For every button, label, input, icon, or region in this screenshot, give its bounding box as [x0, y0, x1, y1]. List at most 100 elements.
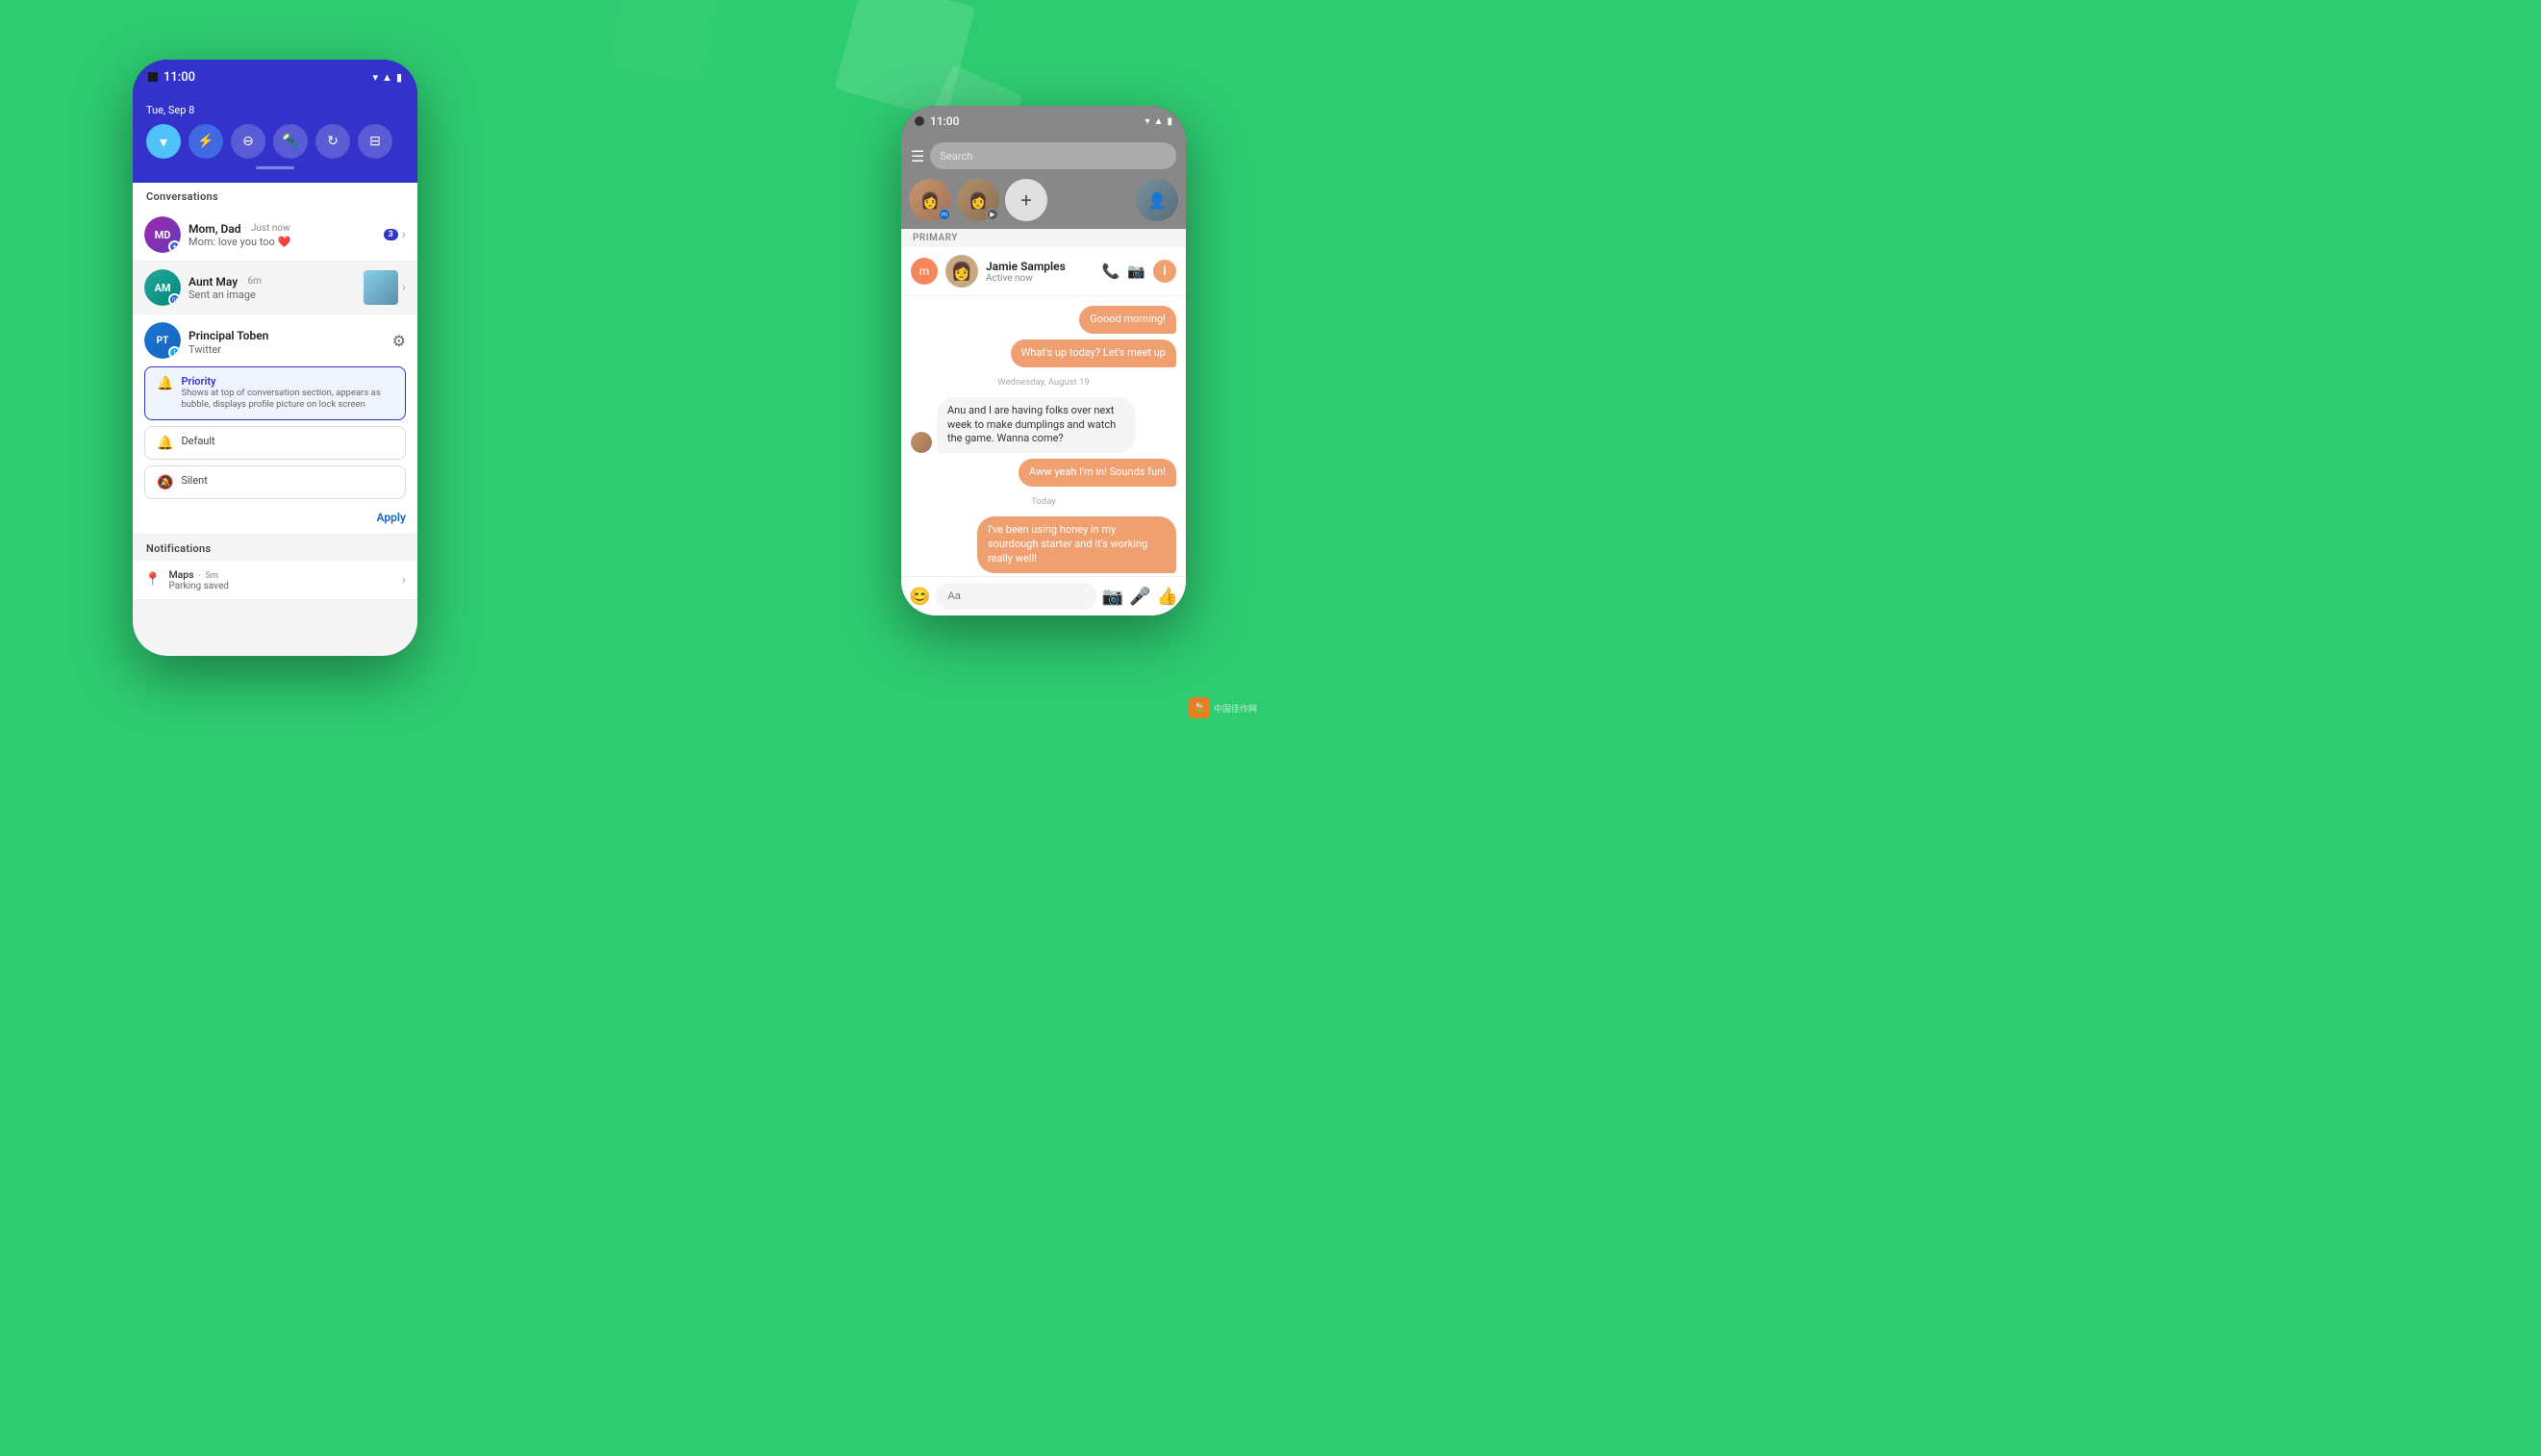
mom-dad-right: 3 ›: [384, 227, 406, 242]
story-bubble-3[interactable]: 👤: [1136, 179, 1178, 221]
mom-dad-avatar: MD ●: [144, 216, 181, 253]
chat-messages: Goood morning! What's up today? Let's me…: [901, 296, 1186, 576]
aunt-may-avatar: AM m: [144, 269, 181, 306]
apply-button[interactable]: Apply: [377, 511, 406, 524]
story-messenger-badge: m: [938, 208, 951, 221]
qs-date: Tue, Sep 8: [146, 104, 404, 116]
battery-saver-toggle[interactable]: ⊟: [358, 124, 392, 159]
leaf-icon: 🍃: [1194, 703, 1205, 714]
signal-status-icon: ▲: [382, 71, 392, 84]
bluetooth-toggle[interactable]: ⚡: [189, 124, 223, 159]
chat-info: Jamie Samples Active now: [986, 260, 1094, 284]
msg-dumplings: Anu and I are having folks over next wee…: [937, 397, 1136, 454]
msg-dumplings-wrap: Anu and I are having folks over next wee…: [911, 397, 1176, 454]
add-icon: +: [1020, 188, 1031, 212]
hamburger-menu-icon[interactable]: ☰: [911, 147, 924, 165]
video-call-icon[interactable]: 📷: [1127, 263, 1145, 280]
maps-notification[interactable]: 📍 Maps · 5m Parking saved ›: [133, 561, 417, 600]
messenger-back-icon: m: [919, 264, 930, 278]
conv-item-mom-dad[interactable]: MD ● Mom, Dad · Just now Mom: love you t…: [133, 209, 417, 262]
wifi-toggle[interactable]: ▾: [146, 124, 181, 159]
priority-title: Priority: [181, 375, 393, 388]
story-add-button[interactable]: +: [1005, 179, 1047, 221]
twitter-icon: t: [174, 349, 176, 356]
search-box[interactable]: Search: [930, 142, 1176, 169]
priority-bell-icon: 🔔: [157, 376, 173, 391]
settings-gear-icon[interactable]: ⚙: [392, 332, 406, 350]
chat-header: m 👩 Jamie Samples Active now 📞 📷 i: [901, 247, 1186, 296]
principal-toben-content: Principal Toben Twitter: [189, 325, 385, 356]
aunt-may-platform-badge: m: [168, 293, 181, 306]
left-status-bar: 11:00 ▾ ▲ ▮: [133, 60, 417, 94]
info-button[interactable]: i: [1153, 260, 1176, 283]
camera-icon: [148, 72, 158, 82]
message-input[interactable]: [936, 583, 1095, 610]
jamie-avatar: 👩: [945, 255, 978, 288]
battery-status-icon: ▮: [396, 71, 402, 84]
left-screen: Tue, Sep 8 ▾ ⚡ ⊖ 🔦 ↻ ⊟: [133, 94, 417, 656]
story-bubble-2[interactable]: 👩 ▶: [957, 179, 999, 221]
battery-saver-icon: ⊟: [369, 134, 381, 149]
aunt-may-time: 6m: [248, 276, 262, 287]
emoji-icon[interactable]: 😊: [909, 587, 930, 607]
aunt-may-name-row: Aunt May · 6m: [189, 275, 356, 289]
mom-dad-chevron-icon[interactable]: ›: [402, 227, 406, 242]
aunt-may-chevron-icon[interactable]: ›: [402, 280, 406, 295]
right-camera-icon: [915, 116, 924, 126]
mom-dad-message: Mom: love you too ❤️: [189, 236, 376, 248]
search-placeholder: Search: [940, 150, 972, 163]
right-battery-icon: ▮: [1167, 116, 1172, 127]
maps-notif-content: Maps · 5m Parking saved: [168, 568, 393, 591]
left-status-icons: ▾ ▲ ▮: [373, 71, 402, 84]
msg-honey: I've been using honey in my sourdough st…: [977, 516, 1176, 573]
right-status-bar: 11:00 ▾ ▲ ▮: [901, 106, 1186, 137]
conversations-header: Conversations: [133, 183, 417, 209]
right-time: 11:00: [930, 114, 959, 128]
watermark-text: 中国佳作网: [1214, 702, 1257, 715]
qs-handle: [256, 166, 294, 169]
right-signal-icon: ▲: [1154, 116, 1164, 127]
silent-bell-icon: 🔕: [157, 475, 173, 490]
maps-notif-chevron-icon[interactable]: ›: [402, 572, 406, 588]
maps-notif-title: Maps · 5m: [168, 568, 393, 581]
notif-option-default[interactable]: 🔔 Default: [144, 426, 406, 460]
conv-item-principal-toben: PT t Principal Toben Twitter ⚙ 🔔 Prio: [133, 314, 417, 535]
rotate-toggle[interactable]: ↻: [315, 124, 350, 159]
aunt-may-dot: ·: [241, 277, 243, 287]
dnd-toggle[interactable]: ⊖: [231, 124, 265, 159]
watermark-logo-icon: 🍃: [1189, 697, 1210, 718]
mom-dad-name-row: Mom, Dad · Just now: [189, 222, 376, 236]
right-phone: 11:00 ▾ ▲ ▮ ☰ Search 👩 m �: [901, 106, 1186, 615]
conversations-label: Conversations: [146, 190, 218, 203]
date-today: Today: [911, 496, 1176, 507]
back-button[interactable]: m: [911, 258, 938, 285]
watermark: 🍃 中国佳作网: [1189, 697, 1257, 718]
conv-item-aunt-may[interactable]: AM m Aunt May · 6m Sent an image ›: [133, 262, 417, 314]
story-avatar-3: 👤: [1136, 179, 1178, 221]
thumbs-up-icon[interactable]: 👍: [1157, 587, 1178, 607]
priority-desc: Shows at top of conversation section, ap…: [181, 388, 393, 412]
dnd-icon: ⊖: [242, 134, 254, 149]
principal-toben-name: Principal Toben: [189, 329, 268, 342]
principal-toben-header: PT t Principal Toben Twitter ⚙: [144, 322, 406, 359]
left-phone: 11:00 ▾ ▲ ▮ Tue, Sep 8 ▾ ⚡ ⊖ 🔦: [133, 60, 417, 656]
aunt-may-image-thumb: [364, 270, 398, 305]
flashlight-toggle[interactable]: 🔦: [273, 124, 308, 159]
default-label: Default: [181, 435, 214, 447]
story-bubble-1[interactable]: 👩 m: [909, 179, 951, 221]
mom-dad-name: Mom, Dad: [189, 222, 241, 236]
wifi-icon: ▾: [160, 133, 167, 151]
sms-icon: ●: [173, 243, 177, 250]
contact-status: Active now: [986, 273, 1094, 284]
quick-settings-panel: Tue, Sep 8 ▾ ⚡ ⊖ 🔦 ↻ ⊟: [133, 94, 417, 183]
silent-label: Silent: [181, 474, 207, 487]
apply-row: Apply: [144, 505, 406, 526]
aunt-may-message: Sent an image: [189, 289, 356, 301]
notifications-header: Notifications: [133, 535, 417, 561]
phone-call-icon[interactable]: 📞: [1102, 263, 1120, 280]
camera-input-icon[interactable]: 📷: [1102, 587, 1123, 607]
mic-icon[interactable]: 🎤: [1129, 587, 1150, 607]
notif-option-silent[interactable]: 🔕 Silent: [144, 465, 406, 499]
notif-option-priority[interactable]: 🔔 Priority Shows at top of conversation …: [144, 366, 406, 420]
jamie-msg-avatar: [911, 432, 932, 453]
